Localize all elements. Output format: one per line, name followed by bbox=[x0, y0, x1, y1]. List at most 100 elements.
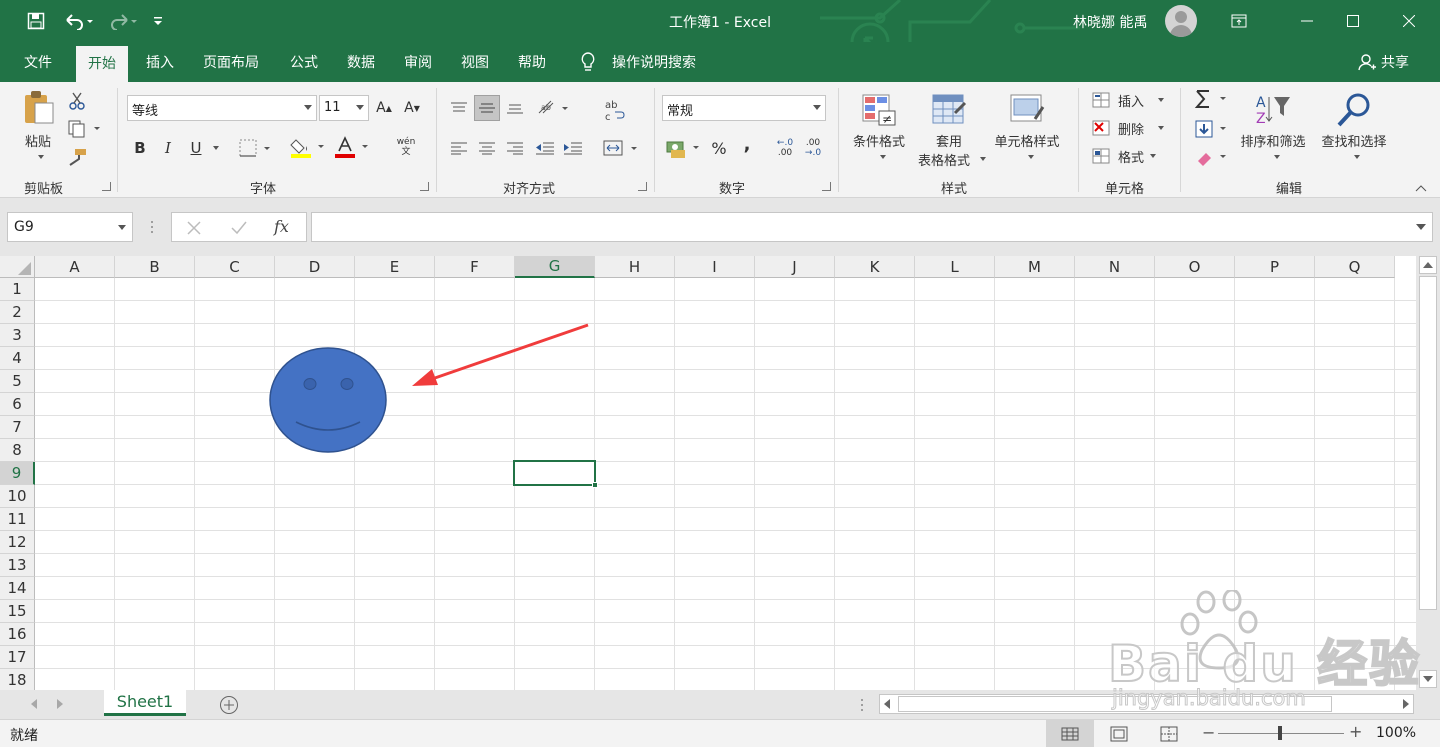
format-dropdown-icon[interactable] bbox=[1146, 151, 1156, 161]
save-icon[interactable] bbox=[24, 9, 48, 33]
page-layout-view-icon[interactable] bbox=[1110, 726, 1128, 746]
underline-button[interactable]: U bbox=[185, 136, 207, 160]
wrap-text-icon[interactable]: ab c bbox=[601, 96, 627, 124]
top-align-icon[interactable] bbox=[447, 96, 471, 120]
align-center-icon[interactable] bbox=[475, 136, 499, 160]
alignment-launcher-icon[interactable] bbox=[638, 182, 647, 191]
customize-qat-icon[interactable] bbox=[150, 9, 166, 33]
conditional-format-button[interactable]: 条件格式 bbox=[845, 130, 913, 150]
conditional-format-icon[interactable]: ≠ bbox=[858, 90, 900, 130]
sort-filter-icon[interactable]: AZ bbox=[1252, 90, 1294, 130]
ribbon-display-options-icon[interactable] bbox=[1216, 0, 1262, 42]
font-launcher-icon[interactable] bbox=[420, 182, 429, 191]
zoom-out-icon[interactable]: − bbox=[1202, 723, 1215, 742]
format-as-table-icon[interactable] bbox=[928, 90, 970, 130]
orientation-icon[interactable]: ab bbox=[535, 96, 573, 120]
middle-align-icon[interactable] bbox=[474, 95, 500, 121]
smiley-face-shape[interactable] bbox=[269, 347, 387, 453]
format-as-table-label-1[interactable]: 套用 bbox=[928, 130, 970, 150]
decrease-font-button[interactable]: A ▼ bbox=[401, 96, 423, 120]
cell-styles-icon[interactable] bbox=[1006, 90, 1048, 130]
name-box[interactable]: G9 bbox=[7, 212, 133, 242]
font-name-combo[interactable]: 等线 bbox=[127, 95, 317, 121]
number-launcher-icon[interactable] bbox=[822, 182, 831, 191]
sort-filter-dropdown-icon[interactable] bbox=[1270, 152, 1280, 162]
paste-dropdown-icon[interactable] bbox=[34, 152, 44, 162]
copy-icon[interactable] bbox=[66, 118, 104, 140]
format-as-table-label-2[interactable]: 表格格式 bbox=[912, 149, 976, 169]
cell-styles-dropdown-icon[interactable] bbox=[1024, 152, 1034, 162]
fill-color-icon[interactable] bbox=[289, 134, 329, 160]
tab-home[interactable]: 开始 bbox=[76, 46, 128, 82]
tab-formulas[interactable]: 公式 bbox=[290, 52, 318, 72]
insert-function-button[interactable]: fx bbox=[274, 217, 289, 236]
insert-cells-button[interactable]: 插入 bbox=[1114, 90, 1148, 110]
share-icon[interactable] bbox=[1358, 53, 1376, 75]
borders-icon[interactable] bbox=[236, 136, 276, 160]
zoom-in-icon[interactable]: + bbox=[1349, 722, 1362, 741]
autosum-icon[interactable] bbox=[1192, 88, 1232, 110]
next-sheet-icon[interactable] bbox=[56, 698, 64, 713]
sort-filter-button[interactable]: 排序和筛选 bbox=[1234, 130, 1312, 150]
scroll-right-icon[interactable] bbox=[1401, 698, 1411, 714]
paste-icon[interactable] bbox=[18, 88, 58, 126]
scroll-down-icon[interactable] bbox=[1419, 670, 1437, 688]
find-select-icon[interactable] bbox=[1334, 90, 1374, 130]
italic-button[interactable]: I bbox=[157, 136, 179, 160]
font-size-combo[interactable]: 11 bbox=[319, 95, 369, 121]
tab-data[interactable]: 数据 bbox=[347, 52, 375, 72]
bottom-align-icon[interactable] bbox=[503, 96, 527, 120]
find-select-dropdown-icon[interactable] bbox=[1350, 152, 1360, 162]
tell-me-search[interactable]: 操作说明搜索 bbox=[612, 52, 696, 72]
merge-center-icon[interactable] bbox=[601, 136, 641, 160]
share-button[interactable]: 共享 bbox=[1381, 52, 1409, 72]
expand-formula-bar-icon[interactable] bbox=[1416, 224, 1426, 230]
tab-split-grip-icon[interactable] bbox=[860, 698, 864, 716]
fill-icon[interactable] bbox=[1192, 118, 1232, 140]
tab-help[interactable]: 帮助 bbox=[518, 52, 546, 72]
tab-page-layout[interactable]: 页面布局 bbox=[203, 52, 259, 72]
undo-icon[interactable] bbox=[60, 9, 96, 33]
tab-insert[interactable]: 插入 bbox=[146, 52, 174, 72]
delete-cells-icon[interactable] bbox=[1090, 118, 1112, 138]
format-as-table-dropdown-icon[interactable] bbox=[976, 154, 986, 164]
insert-dropdown-icon[interactable] bbox=[1154, 95, 1164, 105]
increase-decimal-button[interactable]: ←.0.00 bbox=[773, 134, 797, 162]
align-left-icon[interactable] bbox=[447, 136, 471, 160]
insert-cells-icon[interactable] bbox=[1090, 90, 1112, 110]
redo-icon[interactable] bbox=[104, 9, 140, 33]
phonetic-guide-button[interactable]: wén 文 bbox=[386, 134, 426, 160]
minimize-icon[interactable] bbox=[1284, 0, 1330, 42]
clipboard-launcher-icon[interactable] bbox=[102, 182, 111, 191]
find-select-button[interactable]: 查找和选择 bbox=[1314, 130, 1394, 150]
conditional-format-dropdown-icon[interactable] bbox=[876, 152, 886, 162]
maximize-icon[interactable] bbox=[1330, 0, 1376, 42]
tab-file[interactable]: 文件 bbox=[24, 52, 52, 72]
tab-review[interactable]: 审阅 bbox=[404, 52, 432, 72]
clear-icon[interactable] bbox=[1192, 146, 1232, 168]
formula-input[interactable] bbox=[311, 212, 1433, 242]
new-sheet-icon[interactable] bbox=[219, 695, 239, 719]
page-break-view-icon[interactable] bbox=[1160, 726, 1178, 746]
sheet-tab-sheet1[interactable]: Sheet1 bbox=[104, 690, 186, 716]
paste-button[interactable]: 粘贴 bbox=[16, 130, 60, 150]
comma-button[interactable]: , bbox=[736, 132, 758, 156]
user-avatar[interactable] bbox=[1165, 5, 1197, 37]
formula-bar-grip-icon[interactable] bbox=[150, 220, 154, 238]
scroll-left-icon[interactable] bbox=[882, 698, 892, 714]
confirm-entry-icon[interactable] bbox=[230, 220, 248, 240]
align-right-icon[interactable] bbox=[503, 136, 527, 160]
delete-cells-button[interactable]: 删除 bbox=[1114, 118, 1148, 138]
prev-sheet-icon[interactable] bbox=[30, 698, 38, 713]
collapse-ribbon-icon[interactable] bbox=[1412, 182, 1430, 194]
increase-font-button[interactable]: A ▲ bbox=[373, 96, 395, 120]
cell-styles-button[interactable]: 单元格样式 bbox=[986, 130, 1068, 150]
decrease-decimal-button[interactable]: .00 →.0 bbox=[801, 134, 825, 162]
scroll-up-icon[interactable] bbox=[1419, 256, 1437, 274]
format-painter-icon[interactable] bbox=[66, 146, 88, 168]
font-color-icon[interactable] bbox=[333, 134, 373, 160]
delete-dropdown-icon[interactable] bbox=[1154, 123, 1164, 133]
normal-view-icon[interactable] bbox=[1046, 720, 1094, 747]
horizontal-scroll-thumb[interactable] bbox=[898, 696, 1332, 712]
horizontal-scrollbar[interactable] bbox=[879, 694, 1414, 714]
